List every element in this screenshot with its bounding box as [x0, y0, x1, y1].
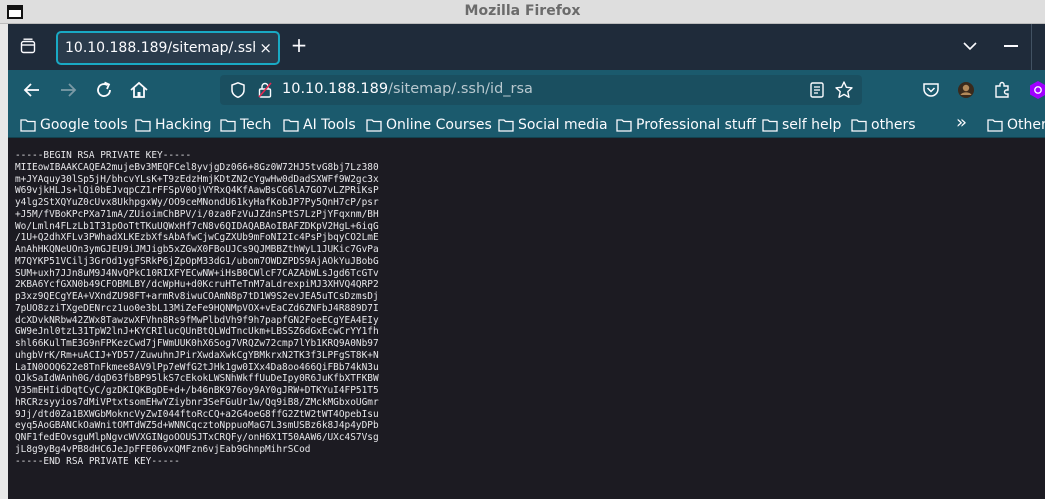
key-line: hRCRzsyyios7dMiVPtxtsomEHwYZiybnr3SeFGuU… — [15, 396, 379, 408]
key-line: MIIEowIBAAKCAQEA2mujeBv3MEQFCel8yvjgDz06… — [15, 161, 379, 173]
key-line: 9Jj/dtd0Za1BXWGbMokncVyZwI044ftoRcCQ+a2G… — [15, 408, 379, 420]
key-line: jL8g9yBg4vPB8dHC6JeJpFFE06vxQMFzn6vjEab9… — [15, 443, 311, 455]
bookmark-folder-other-bookmarks[interactable]: Other — [987, 115, 1045, 135]
navigation-toolbar: 10.10.188.189/sitemap/.ssh/id_rsa — [8, 70, 1045, 110]
folder-icon — [283, 119, 299, 132]
key-line: -----END RSA PRIVATE KEY----- — [15, 455, 180, 467]
tab-strip-divider — [1031, 24, 1032, 70]
minimize-icon[interactable] — [1004, 45, 1018, 47]
private-key-text: -----BEGIN RSA PRIVATE KEY----- MIIEowIBA… — [15, 150, 379, 467]
key-line: y4lg2StXQYuZ0cUvx8UkhpgxWy/OO9ceMNondU61… — [15, 197, 379, 208]
window-titlebar: Mozilla Firefox — [0, 0, 1045, 24]
window-title: Mozilla Firefox — [464, 3, 581, 19]
key-line: eyq5AoGBANCkOaWnitOMTdWZ5d+WNNCqcztoNppu… — [15, 420, 379, 432]
shield-icon[interactable] — [229, 81, 247, 99]
key-line: dcXDvkNRbw42ZWx8TawzwXFVhn8Rs9fMwPlbdVh9… — [15, 314, 379, 326]
bookmark-label: Tech — [240, 117, 272, 133]
key-line: 2KBA6YcfGXN0b49CFOBMLBY/dcWpHu+d0KcruHTe… — [15, 279, 379, 291]
bookmark-folder-professional-stuff[interactable]: Professional stuff — [616, 115, 756, 135]
key-line: +J5M/fVBoKPcPXa71mA/ZUioimChBPV/i/0za0Fz… — [15, 208, 379, 220]
reader-view-icon[interactable] — [808, 81, 826, 99]
url-path: /sitemap/.ssh/id_rsa — [388, 81, 533, 97]
bookmark-label: Other — [1007, 117, 1045, 133]
reload-icon[interactable] — [92, 78, 116, 102]
key-line: V35mEHIidDqtCyC/gzDKIQKBgDE+d+/b46nBK976… — [15, 385, 379, 396]
folder-icon — [135, 119, 151, 132]
bookmark-folder-ai-tools[interactable]: AI Tools — [283, 115, 356, 135]
key-line: m+JYAquy30lSp5jH/bhcvYLsK+T9zEdzHmjKDtZN… — [15, 173, 379, 185]
url-text[interactable]: 10.10.188.189/sitemap/.ssh/id_rsa — [282, 81, 533, 97]
folder-icon — [851, 119, 867, 132]
page-content: -----BEGIN RSA PRIVATE KEY----- MIIEowIBA… — [8, 139, 1045, 499]
bookmark-folder-tech[interactable]: Tech — [220, 115, 271, 135]
tab-close-button[interactable]: × — [259, 39, 272, 57]
tab-list-icon[interactable] — [962, 38, 978, 54]
window-left-border — [0, 24, 8, 499]
folder-icon — [762, 119, 778, 132]
folder-icon — [498, 119, 514, 132]
key-line: M7QYKP51VCilj3GrOd1ygFSRkP6jZpOpM33dG1/u… — [15, 255, 379, 267]
bookmark-folder-hacking[interactable]: Hacking — [135, 115, 212, 135]
bookmark-folder-self-help[interactable]: self help — [762, 115, 841, 135]
bookmark-folder-social-media[interactable]: Social media — [498, 115, 608, 135]
bookmark-label: Google tools — [40, 117, 128, 133]
folder-icon — [987, 119, 1003, 132]
folder-icon — [20, 119, 36, 132]
bookmark-label: self help — [782, 117, 842, 133]
bookmark-label: Online Courses — [386, 117, 492, 133]
bookmark-label: others — [871, 117, 916, 133]
tab-title: 10.10.188.189/sitemap/.ssh/ — [65, 40, 255, 56]
pocket-icon[interactable] — [920, 79, 942, 101]
key-line: 7pUO8zziTXgeDENrcz1uo0e3bL13MiZeFe9HQNMp… — [15, 302, 379, 314]
key-line: shl66KulTmE3G9nFPKezCwd7jFWmUUK0hX6Sog7V… — [15, 338, 379, 349]
new-tab-button[interactable]: + — [289, 35, 309, 56]
key-line: /1U+Q2dhXFLv3PWhadXLKEzbXfsAbAfwCjwCgZXU… — [15, 232, 379, 244]
key-line: W69vjkHLJs+lQi0bEJvqpCZ1rFFSpV0OjVYRxQ4K… — [15, 185, 379, 197]
folder-icon — [366, 119, 382, 132]
key-line: uhgbVrK/Rm+uACIJ+YD57/ZuwuhnJPirXwdaXwkC… — [15, 349, 379, 361]
key-line: LaIN0OOQ622e8TnFkmee8AV9lPp7eWfG2tJHk1gw… — [15, 361, 379, 373]
key-line: GW9eJnl0tzL31TpW2lnJ+KYCRIlucQUnBtQLWdTn… — [15, 326, 379, 338]
bookmark-label: Social media — [518, 117, 608, 133]
bookmark-star-icon[interactable] — [834, 80, 854, 100]
key-line: QJkSaIdWAnh0G/dqD63fbBP95lkS7cEkokLWSNhW… — [15, 373, 379, 385]
bookmark-label: Hacking — [155, 117, 212, 133]
key-line: -----BEGIN RSA PRIVATE KEY----- — [15, 150, 192, 161]
forward-icon[interactable] — [56, 78, 80, 102]
folder-icon — [616, 119, 632, 132]
key-line: p3xz9QECgYEA+VXndZU98FT+armRv8iwuCOAmN8p… — [15, 291, 379, 302]
back-icon[interactable] — [20, 78, 44, 102]
lock-icon[interactable] — [256, 81, 274, 99]
tab-overview-icon[interactable] — [19, 37, 37, 55]
account-avatar-icon[interactable] — [955, 79, 977, 101]
bookmark-folder-online-courses[interactable]: Online Courses — [366, 115, 492, 135]
bookmark-label: Professional stuff — [636, 117, 756, 133]
key-line: QNF1fedEOvsguMlpNgvcWVXGINgoOOUSJTxCRQFy… — [15, 432, 379, 443]
tab-active[interactable]: 10.10.188.189/sitemap/.ssh/ × — [56, 31, 280, 65]
folder-icon — [220, 119, 236, 132]
bookmarks-overflow-button[interactable]: » — [956, 114, 967, 132]
url-host: 10.10.188.189 — [282, 81, 389, 97]
key-line: Wo/Lmln4FLzLb1T31pOoTtTKuUQWxHf7cN8v6QID… — [15, 220, 379, 232]
url-bar[interactable]: 10.10.188.189/sitemap/.ssh/id_rsa — [220, 75, 862, 105]
home-icon[interactable] — [127, 78, 151, 102]
tab-strip: 10.10.188.189/sitemap/.ssh/ × + — [8, 24, 1045, 70]
bookmark-folder-google-tools[interactable]: Google tools — [20, 115, 128, 135]
extensions-icon[interactable] — [991, 79, 1013, 101]
key-line: AnAhHKQNeUOn3ymGJEU9iJMJigb5xZGwX0FBoUJC… — [15, 244, 379, 255]
bookmarks-toolbar: Google tools Hacking Tech AI Tools Onlin… — [8, 110, 1045, 138]
extension-icon[interactable] — [1027, 79, 1045, 101]
bookmark-label: AI Tools — [303, 117, 356, 133]
bookmark-folder-others[interactable]: others — [851, 115, 916, 135]
key-line: SUM+uxh7JJn8uM9J4NvQPkC10RIXFYECwNW+iHsB… — [15, 267, 379, 279]
